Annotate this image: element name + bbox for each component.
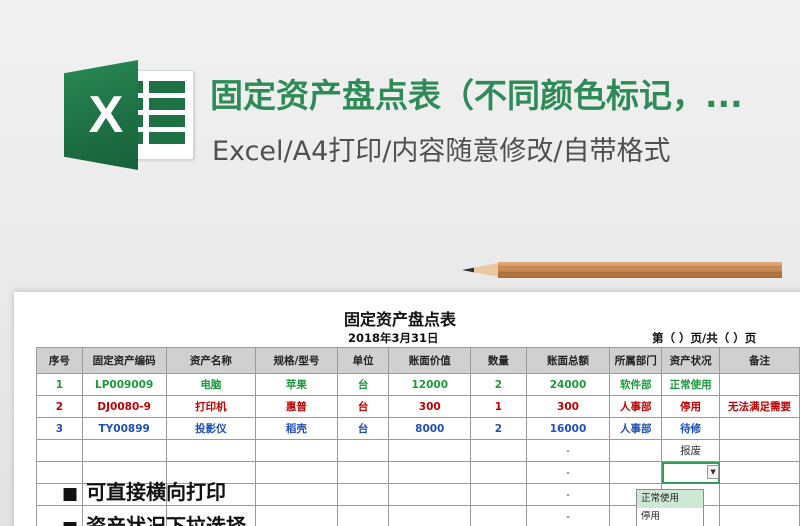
- table-row: - 报废: [36, 439, 800, 462]
- cell-model[interactable]: 苹果: [255, 373, 338, 396]
- cell-quantity[interactable]: 1: [470, 395, 527, 418]
- sheet-date: 2018年3月31日: [348, 331, 439, 345]
- cell-remarks[interactable]: [719, 439, 800, 462]
- cell-total[interactable]: -: [525, 439, 611, 462]
- cell-index[interactable]: 3: [36, 417, 83, 440]
- bullet-item: ■ 可直接横向打印: [62, 478, 226, 508]
- cell-department[interactable]: [609, 439, 663, 462]
- cell-department[interactable]: 软件部: [609, 373, 663, 396]
- table-row: 3 TY00899 投影仪 稻壳台 8000 2 16000 人事部 待修: [36, 417, 800, 440]
- bullet-text: 可直接横向打印: [86, 480, 227, 504]
- status-dropdown-list[interactable]: 正常使用 停用: [636, 489, 704, 526]
- cell-code[interactable]: TY00899: [81, 417, 167, 440]
- col-header-quantity[interactable]: 数量: [470, 347, 527, 374]
- cell-name[interactable]: 电脑: [165, 373, 257, 396]
- cell-remarks[interactable]: [719, 461, 800, 484]
- col-header-total[interactable]: 账面总额: [525, 347, 611, 374]
- col-header-name[interactable]: 资产名称: [165, 347, 257, 374]
- cell-status[interactable]: 报废: [661, 439, 721, 462]
- cell-model[interactable]: 稻壳: [255, 417, 338, 440]
- cell-remarks[interactable]: [719, 417, 800, 440]
- cell-code[interactable]: DJ0080-9: [81, 395, 167, 418]
- cell-remarks[interactable]: 无法满足需要: [719, 395, 800, 418]
- cell-index[interactable]: 2: [36, 395, 83, 418]
- cell-total[interactable]: -: [525, 505, 611, 526]
- cell-status[interactable]: ▼: [661, 461, 721, 484]
- cell-quantity[interactable]: [470, 461, 527, 484]
- sheet-title: 固定资产盘点表: [343, 310, 456, 329]
- dropdown-arrow-icon[interactable]: ▼: [707, 465, 719, 479]
- cell-remarks[interactable]: [719, 373, 800, 396]
- bullet-item: ■ 资产状况下拉选择: [62, 512, 246, 526]
- cell-unit[interactable]: [336, 505, 390, 526]
- excel-logo-icon: X: [62, 60, 194, 170]
- cell-total[interactable]: 16000: [525, 417, 611, 440]
- cell-total[interactable]: -: [525, 483, 611, 506]
- pencil-icon: [462, 262, 782, 278]
- cell-book-value[interactable]: [388, 461, 472, 484]
- cell-model[interactable]: 惠普: [255, 395, 338, 418]
- cell-status[interactable]: 停用: [661, 395, 721, 418]
- cell-quantity[interactable]: [470, 505, 527, 526]
- cell-unit[interactable]: [336, 439, 390, 462]
- cell-status[interactable]: 待修: [661, 417, 721, 440]
- sheet-page-number: 第（ ）页/共（ ）页: [652, 331, 757, 345]
- cell-department[interactable]: 人事部: [609, 395, 663, 418]
- cell-name[interactable]: 投影仪: [165, 417, 257, 440]
- cell-unit[interactable]: 台: [336, 417, 390, 440]
- cell-remarks[interactable]: [719, 505, 800, 526]
- cell-index[interactable]: [36, 439, 83, 462]
- square-bullet-icon: ■: [62, 518, 78, 526]
- table-row: 1 LP009009 电脑 苹果台 12000 2 24000 软件部 正常使用: [36, 373, 800, 396]
- cell-book-value[interactable]: 12000: [388, 373, 472, 396]
- cell-book-value[interactable]: [388, 439, 472, 462]
- cell-code[interactable]: LP009009: [81, 373, 167, 396]
- table-row: 2 DJ0080-9 打印机 惠普台 300 1 300 人事部 停用 无法满足需要: [36, 395, 800, 418]
- cell-index[interactable]: 1: [36, 373, 83, 396]
- col-header-unit[interactable]: 单位: [336, 347, 390, 374]
- cell-unit[interactable]: 台: [336, 373, 390, 396]
- cell-quantity[interactable]: 2: [470, 373, 527, 396]
- cell-total[interactable]: -: [525, 461, 611, 484]
- cell-name[interactable]: [165, 439, 257, 462]
- page-subtitle: Excel/A4打印/内容随意修改/自带格式: [212, 136, 671, 167]
- cell-model[interactable]: [255, 461, 338, 484]
- cell-quantity[interactable]: [470, 483, 527, 506]
- cell-unit[interactable]: 台: [336, 395, 390, 418]
- cell-book-value[interactable]: 300: [388, 395, 472, 418]
- cell-remarks[interactable]: [719, 483, 800, 506]
- cell-name[interactable]: 打印机: [165, 395, 257, 418]
- cell-unit[interactable]: [336, 461, 390, 484]
- col-header-status[interactable]: 资产状况: [661, 347, 721, 374]
- cell-model[interactable]: [255, 439, 338, 462]
- excel-x-letter: X: [88, 86, 124, 144]
- cell-book-value[interactable]: [388, 483, 472, 506]
- table-header-row: 序号 固定资产编码 资产名称 规格/型号 单位 账面价值 数量 账面总额 所属部…: [36, 347, 800, 374]
- cell-code[interactable]: [81, 439, 167, 462]
- cell-book-value[interactable]: 8000: [388, 417, 472, 440]
- cell-total[interactable]: 24000: [525, 373, 611, 396]
- dropdown-option[interactable]: 正常使用: [637, 490, 703, 508]
- col-header-model[interactable]: 规格/型号: [255, 347, 338, 374]
- col-header-book-value[interactable]: 账面价值: [388, 347, 472, 374]
- cell-model[interactable]: [255, 505, 338, 526]
- cell-department[interactable]: [609, 461, 663, 484]
- cell-total[interactable]: 300: [525, 395, 611, 418]
- cell-unit[interactable]: [336, 483, 390, 506]
- bullet-text: 资产状况下拉选择: [86, 514, 247, 526]
- cell-status[interactable]: 正常使用: [661, 373, 721, 396]
- square-bullet-icon: ■: [62, 484, 79, 504]
- page-title: 固定资产盘点表（不同颜色标记，...: [210, 76, 743, 115]
- cell-department[interactable]: 人事部: [609, 417, 663, 440]
- col-header-department[interactable]: 所属部门: [609, 347, 663, 374]
- col-header-index[interactable]: 序号: [36, 347, 83, 374]
- cell-quantity[interactable]: [470, 439, 527, 462]
- col-header-code[interactable]: 固定资产编码: [81, 347, 167, 374]
- cell-quantity[interactable]: 2: [470, 417, 527, 440]
- cell-model[interactable]: [255, 483, 338, 506]
- dropdown-option[interactable]: 停用: [637, 508, 703, 526]
- cell-book-value[interactable]: [388, 505, 472, 526]
- col-header-remarks[interactable]: 备注: [719, 347, 800, 374]
